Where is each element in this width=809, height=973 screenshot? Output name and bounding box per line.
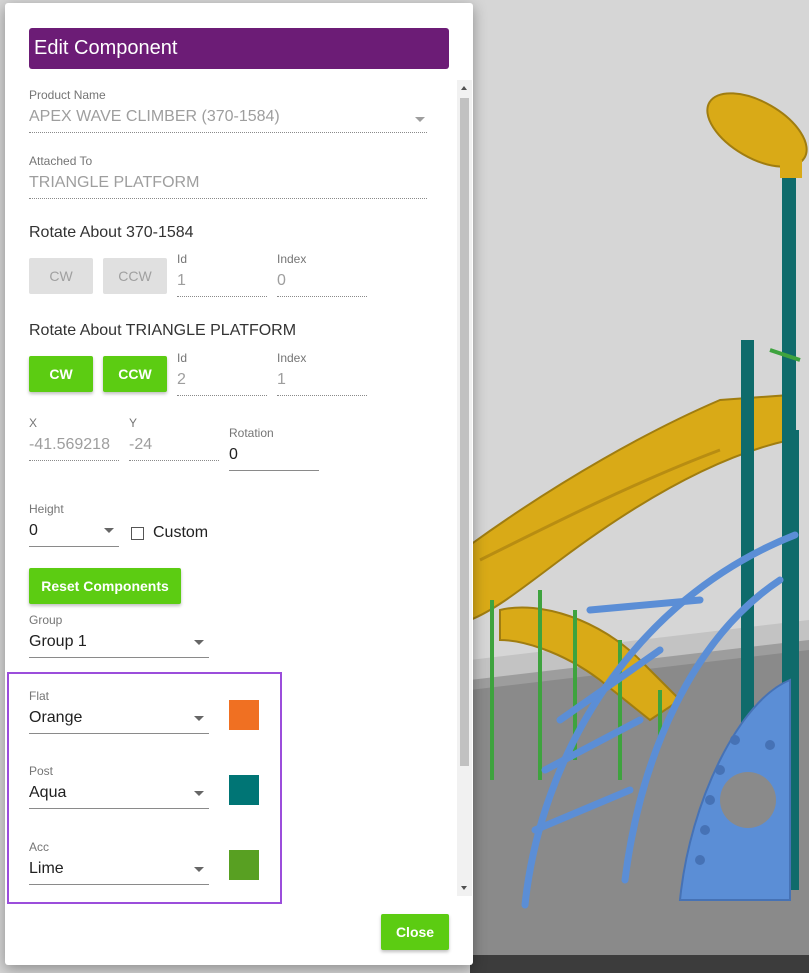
flat-color-underline bbox=[29, 733, 209, 734]
x-label: X bbox=[29, 416, 38, 430]
rotate1-id-label: Id bbox=[177, 252, 188, 266]
chevron-down-icon bbox=[415, 117, 425, 122]
rotate1-index-underline bbox=[277, 296, 367, 297]
acc-color-underline bbox=[29, 884, 209, 885]
acc-color-swatch bbox=[229, 850, 259, 880]
rotate1-id-value: 1 bbox=[177, 272, 186, 289]
height-select[interactable]: 0 bbox=[29, 522, 38, 540]
y-value: -24 bbox=[129, 436, 153, 453]
rotate2-ccw-button[interactable]: CCW bbox=[103, 356, 167, 392]
post-color-swatch bbox=[229, 775, 259, 805]
product-name-value[interactable]: APEX WAVE CLIMBER (370-1584) bbox=[29, 108, 280, 126]
dialog-scrollbar[interactable] bbox=[457, 80, 472, 896]
rotation-label: Rotation bbox=[229, 426, 274, 440]
group-select[interactable]: Group 1 bbox=[29, 633, 87, 651]
rotation-input[interactable]: 0 bbox=[229, 446, 238, 464]
rotate1-index-value: 0 bbox=[277, 272, 286, 289]
group-underline bbox=[29, 657, 209, 658]
rotate1-cw-button[interactable]: CW bbox=[29, 258, 93, 294]
rotation-underline bbox=[229, 470, 319, 471]
rotate1-ccw-button[interactable]: CCW bbox=[103, 258, 167, 294]
scroll-down-icon[interactable] bbox=[461, 886, 467, 890]
scroll-up-icon[interactable] bbox=[461, 86, 467, 90]
rotate2-id-underline bbox=[177, 395, 267, 396]
chevron-down-icon bbox=[194, 640, 204, 645]
flat-color-label: Flat bbox=[29, 689, 50, 703]
chevron-down-icon bbox=[194, 867, 204, 872]
chevron-down-icon bbox=[194, 791, 204, 796]
attached-to-label: Attached To bbox=[29, 154, 93, 168]
group-label: Group bbox=[29, 613, 63, 627]
custom-label: Custom bbox=[153, 524, 209, 541]
flat-color-swatch bbox=[229, 700, 259, 730]
rotate1-index-label: Index bbox=[277, 252, 307, 266]
acc-color-label: Acc bbox=[29, 840, 50, 854]
x-underline bbox=[29, 460, 119, 461]
rotate2-index-underline bbox=[277, 395, 367, 396]
y-label: Y bbox=[129, 416, 138, 430]
x-value: -41.569218 bbox=[29, 436, 110, 453]
rotate2-id-value: 2 bbox=[177, 371, 186, 388]
close-button[interactable]: Close bbox=[381, 914, 449, 950]
flat-color-select[interactable]: Orange bbox=[29, 709, 82, 727]
dialog-title: Edit Component bbox=[29, 28, 449, 69]
attached-to-underline bbox=[29, 198, 427, 199]
post-color-label: Post bbox=[29, 764, 54, 778]
rotate2-cw-button[interactable]: CW bbox=[29, 356, 93, 392]
post-color-select[interactable]: Aqua bbox=[29, 784, 66, 802]
edit-component-dialog: Edit Component Product Name APEX WAVE CL… bbox=[5, 3, 473, 965]
post-color-underline bbox=[29, 808, 209, 809]
rotate1-id-underline bbox=[177, 296, 267, 297]
rotate-about-attached-title: Rotate About TRIANGLE PLATFORM bbox=[29, 322, 297, 339]
product-name-underline bbox=[29, 132, 427, 133]
y-underline bbox=[129, 460, 219, 461]
reset-components-button[interactable]: Reset Components bbox=[29, 568, 181, 604]
rotate-about-product-title: Rotate About 370-1584 bbox=[29, 224, 194, 241]
rotate2-id-label: Id bbox=[177, 351, 188, 365]
attached-to-value: TRIANGLE PLATFORM bbox=[29, 174, 200, 191]
scroll-thumb[interactable] bbox=[460, 98, 469, 766]
chevron-down-icon bbox=[104, 528, 114, 533]
acc-color-select[interactable]: Lime bbox=[29, 860, 64, 878]
custom-checkbox[interactable] bbox=[131, 527, 144, 540]
rotate2-index-value: 1 bbox=[277, 371, 286, 388]
rotate2-index-label: Index bbox=[277, 351, 307, 365]
chevron-down-icon bbox=[194, 716, 204, 721]
product-name-label: Product Name bbox=[29, 88, 106, 102]
height-label: Height bbox=[29, 502, 64, 516]
height-underline bbox=[29, 546, 119, 547]
